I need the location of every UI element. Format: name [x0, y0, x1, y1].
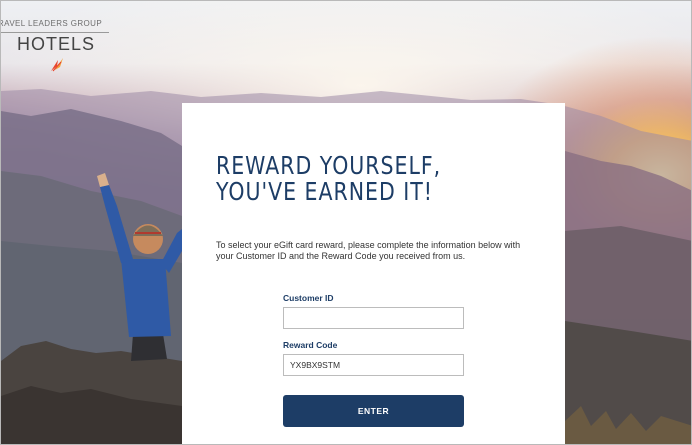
logo-divider — [1, 32, 109, 33]
enter-button[interactable]: ENTER — [283, 395, 464, 427]
customer-id-label: Customer ID — [283, 293, 334, 303]
customer-id-input[interactable] — [283, 307, 464, 329]
reward-code-label: Reward Code — [283, 340, 338, 350]
page-title: REWARD YOURSELF, YOU'VE EARNED IT! — [216, 153, 478, 205]
brand-tagline: RAVEL LEADERS GROUP — [0, 19, 103, 28]
instructions-text: To select your eGift card reward, please… — [216, 240, 521, 261]
page-frame: RAVEL LEADERS GROUP HOTELS REWARD YOURSE… — [0, 0, 692, 445]
reward-form-card: REWARD YOURSELF, YOU'VE EARNED IT! To se… — [182, 103, 565, 444]
brand-name: HOTELS — [17, 34, 96, 54]
title-line-1: REWARD YOURSELF, — [216, 151, 442, 180]
title-line-2: YOU'VE EARNED IT! — [216, 177, 434, 206]
swoosh-arrow-icon — [51, 58, 63, 72]
reward-code-input[interactable] — [283, 354, 464, 376]
